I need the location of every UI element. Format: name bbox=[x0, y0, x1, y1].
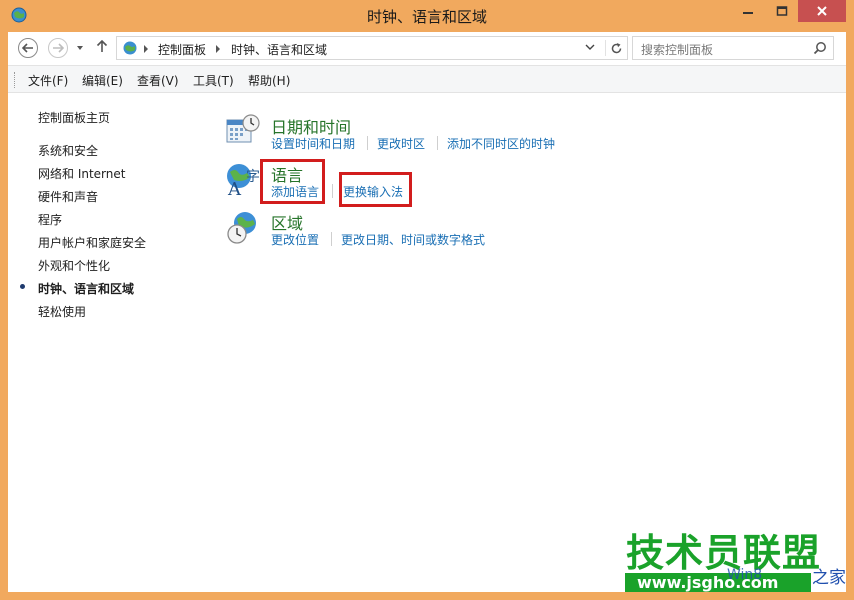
menu-grip bbox=[14, 72, 16, 88]
arrow-left-icon bbox=[22, 43, 33, 53]
sidebar-item-appearance[interactable]: 外观和个性化 bbox=[38, 257, 110, 274]
highlight-box-input-method bbox=[339, 172, 412, 207]
control-panel-icon bbox=[122, 40, 138, 59]
sidebar-item-user-accounts[interactable]: 用户帐户和家庭安全 bbox=[38, 234, 146, 251]
highlight-box-language bbox=[260, 159, 325, 204]
sidebar-item-hardware-sound[interactable]: 硬件和声音 bbox=[38, 188, 98, 205]
refresh-button[interactable] bbox=[605, 40, 627, 56]
address-bar: 控制面板 时钟、语言和区域 搜索控制面板 bbox=[8, 32, 846, 65]
sidebar-item-clock-language-region[interactable]: 时钟、语言和区域 bbox=[38, 280, 134, 297]
task-divider bbox=[437, 136, 438, 150]
minimize-button[interactable] bbox=[734, 0, 762, 22]
search-placeholder: 搜索控制面板 bbox=[641, 43, 714, 57]
language-globe-icon[interactable]: 字 A bbox=[226, 163, 260, 200]
region-globe-clock-icon[interactable] bbox=[226, 211, 260, 245]
breadcrumb-control-panel[interactable]: 控制面板 bbox=[158, 41, 206, 58]
breadcrumb-separator-icon[interactable] bbox=[215, 43, 221, 57]
chevron-down-icon bbox=[585, 44, 595, 50]
svg-text:字: 字 bbox=[246, 169, 260, 185]
address-path[interactable]: 控制面板 时钟、语言和区域 bbox=[116, 36, 628, 60]
window-title: 时钟、语言和区域 bbox=[366, 8, 487, 26]
search-icon[interactable] bbox=[813, 41, 827, 58]
close-icon bbox=[817, 6, 827, 16]
task-change-time-zone[interactable]: 更改时区 bbox=[377, 135, 425, 152]
sidebar-item-system-security[interactable]: 系统和安全 bbox=[38, 142, 98, 159]
refresh-icon bbox=[611, 42, 622, 53]
maximize-icon bbox=[776, 6, 788, 16]
sidebar-item-home[interactable]: 控制面板主页 bbox=[38, 109, 110, 126]
watermark-title: 技术员联盟 bbox=[625, 531, 822, 575]
maximize-button[interactable] bbox=[768, 0, 796, 22]
recent-locations-button[interactable] bbox=[76, 41, 84, 55]
menu-file[interactable]: 文件(F) bbox=[28, 72, 68, 89]
up-button[interactable] bbox=[96, 39, 108, 56]
task-set-time-date[interactable]: 设置时间和日期 bbox=[271, 135, 355, 152]
task-add-clocks[interactable]: 添加不同时区的时钟 bbox=[447, 135, 555, 152]
search-input[interactable]: 搜索控制面板 bbox=[632, 36, 834, 60]
task-change-location[interactable]: 更改位置 bbox=[271, 231, 319, 248]
close-button[interactable] bbox=[798, 0, 846, 22]
minimize-icon bbox=[743, 12, 753, 14]
calendar-clock-icon[interactable] bbox=[226, 113, 260, 147]
control-panel-window: 时钟、语言和区域 控制面板 时钟、语言和区域 搜索控制面板 文件(F) 编辑(E… bbox=[0, 0, 854, 600]
current-item-bullet bbox=[20, 284, 25, 289]
breadcrumb-separator-icon[interactable] bbox=[143, 43, 149, 57]
arrow-right-icon bbox=[53, 43, 64, 53]
content-area: 控制面板主页 系统和安全 网络和 Internet 硬件和声音 程序 用户帐户和… bbox=[8, 93, 846, 592]
menu-help[interactable]: 帮助(H) bbox=[248, 72, 290, 89]
watermark-side-text: 之家 bbox=[812, 568, 846, 588]
menu-edit[interactable]: 编辑(E) bbox=[82, 72, 123, 89]
svg-text:A: A bbox=[227, 179, 242, 197]
menu-view[interactable]: 查看(V) bbox=[137, 72, 179, 89]
back-button[interactable] bbox=[18, 38, 38, 58]
forward-button[interactable] bbox=[48, 38, 68, 58]
task-change-formats[interactable]: 更改日期、时间或数字格式 bbox=[341, 231, 485, 248]
title-bar[interactable]: 时钟、语言和区域 bbox=[0, 0, 854, 32]
chevron-down-icon bbox=[77, 46, 83, 50]
task-divider bbox=[331, 232, 332, 246]
task-divider bbox=[367, 136, 368, 150]
breadcrumb-clock-language-region[interactable]: 时钟、语言和区域 bbox=[231, 41, 327, 58]
sidebar-item-programs[interactable]: 程序 bbox=[38, 211, 62, 228]
menu-bar: 文件(F) 编辑(E) 查看(V) 工具(T) 帮助(H) bbox=[8, 65, 846, 93]
sidebar-item-network-internet[interactable]: 网络和 Internet bbox=[38, 165, 125, 182]
sidebar-item-ease-of-access[interactable]: 轻松使用 bbox=[38, 303, 86, 320]
address-history-dropdown[interactable] bbox=[584, 41, 596, 56]
menu-tools[interactable]: 工具(T) bbox=[193, 72, 234, 89]
task-divider bbox=[332, 184, 333, 198]
watermark-faded-text: Win8 bbox=[727, 567, 763, 583]
arrow-up-icon bbox=[96, 39, 108, 52]
